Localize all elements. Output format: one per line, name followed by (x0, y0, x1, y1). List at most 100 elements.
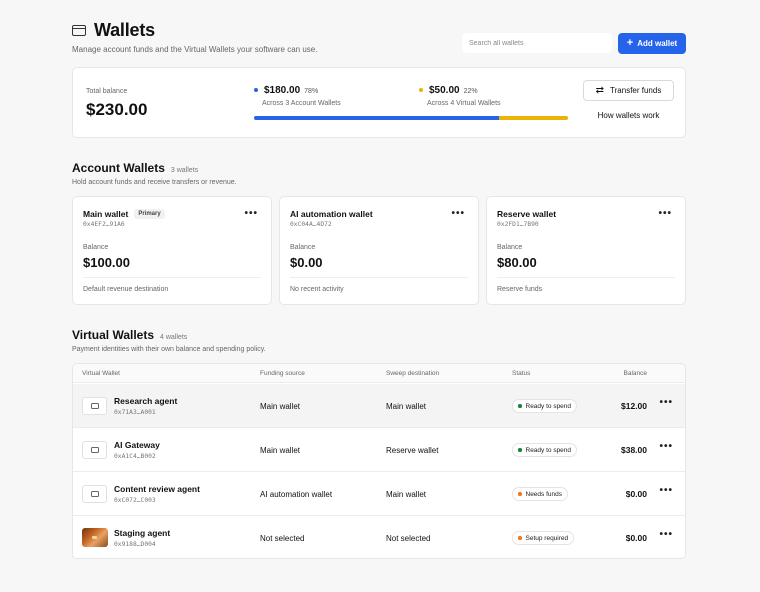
more-options-icon[interactable]: ••• (659, 486, 673, 496)
wallet-name: Main wallet (83, 209, 129, 219)
wallet-name: AI automation wallet (290, 209, 373, 219)
row-balance: $0.00 (625, 489, 647, 499)
account-pct: 78% (304, 88, 319, 95)
virtual-segment: $50.00 22% (419, 85, 478, 96)
status-badge: Ready to spend (512, 399, 578, 413)
account-wallet-card[interactable]: Main wallet Primary 0x4EF2…91A6 ••• Bala… (72, 196, 272, 305)
virtual-amount: $50.00 (429, 85, 460, 96)
divider (497, 277, 675, 278)
more-options-icon[interactable]: ••• (658, 209, 672, 219)
balance-value: $0.00 (290, 255, 323, 270)
row-balance: $0.00 (625, 533, 647, 543)
table-row[interactable]: Content review agent 0xC072…C003 AI auto… (73, 472, 685, 516)
virtual-wallet-name: AI Gateway (114, 440, 160, 450)
table-header: Virtual Wallet Funding source Sweep dest… (73, 364, 685, 383)
column-header[interactable]: Virtual Wallet (82, 370, 120, 377)
column-header[interactable]: Status (512, 370, 530, 377)
account-wallets-title: Account Wallets (72, 161, 165, 175)
wallet-note: Reserve funds (497, 286, 543, 293)
card-image (82, 528, 108, 547)
page-header: Wallets Manage account funds and the Vir… (72, 20, 686, 60)
divider (290, 277, 468, 278)
status-dot (518, 404, 522, 408)
wallet-name-row: AI automation wallet (290, 209, 373, 219)
status-badge: Needs funds (512, 487, 568, 501)
primary-badge: Primary (134, 209, 165, 219)
account-segment: $180.00 78% (254, 85, 318, 96)
account-wallet-card[interactable]: AI automation wallet 0xC04A…4D72 ••• Bal… (279, 196, 479, 305)
table-row[interactable]: Staging agent 0x9188…D004 Not selected N… (73, 516, 685, 558)
virtual-wallets-heading: Virtual Wallets 4 wallets (72, 328, 187, 342)
virtual-wallets-title: Virtual Wallets (72, 328, 155, 342)
account-wallet-card[interactable]: Reserve wallet 0x2FD1…7B90 ••• Balance $… (486, 196, 686, 305)
balance-label: Balance (497, 244, 523, 251)
wallet-address: 0x4EF2…91A6 (83, 221, 125, 228)
more-options-icon[interactable]: ••• (659, 442, 673, 452)
virtual-wallet-name: Staging agent (114, 528, 171, 538)
more-options-icon[interactable]: ••• (659, 530, 673, 540)
page-subtitle: Manage account funds and the Virtual Wal… (72, 45, 318, 54)
sweep-destination: Main wallet (386, 490, 427, 499)
add-wallet-button[interactable]: + Add wallet (618, 33, 686, 54)
status-badge: Ready to spend (512, 443, 578, 457)
funding-source: Main wallet (260, 402, 301, 411)
status-badge: Setup required (512, 531, 575, 545)
balance-value: $80.00 (497, 255, 537, 270)
card-icon (82, 441, 107, 459)
wallet-name-row: Main wallet Primary (83, 209, 165, 219)
account-wallets-count: 3 wallets (170, 167, 199, 174)
virtual-wallets-table: Virtual Wallet Funding source Sweep dest… (72, 363, 686, 559)
total-balance-label: Total balance (86, 88, 128, 95)
more-options-icon[interactable]: ••• (451, 209, 465, 219)
virtual-wallet-address: 0xA1C4…B002 (114, 453, 156, 460)
table-row[interactable]: Research agent 0x71A3…A001 Main wallet M… (73, 384, 685, 428)
add-wallet-label: Add wallet (637, 39, 678, 48)
account-wallets-subtitle: Hold account funds and receive transfers… (72, 179, 237, 186)
sweep-destination: Main wallet (386, 402, 427, 411)
wallet-name: Reserve wallet (497, 209, 557, 219)
funding-source: Not selected (260, 534, 305, 543)
balance-value: $100.00 (83, 255, 130, 270)
virtual-wallet-address: 0x9188…D004 (114, 541, 156, 548)
balance-label: Balance (290, 244, 316, 251)
wallet-note: No recent activity (290, 286, 344, 293)
wallet-address: 0xC04A…4D72 (290, 221, 332, 228)
virtual-wallet-address: 0xC072…C003 (114, 497, 156, 504)
divider (83, 277, 261, 278)
column-header[interactable]: Balance (624, 370, 648, 377)
title-row: Wallets (72, 20, 155, 41)
virtual-bar-fill (498, 116, 568, 120)
transfer-funds-button[interactable]: ⇄ Transfer funds (583, 80, 674, 101)
status-label: Needs funds (525, 490, 563, 498)
virtual-pct: 22% (463, 88, 478, 95)
more-options-icon[interactable]: ••• (244, 209, 258, 219)
how-wallets-work-link[interactable]: How wallets work (583, 111, 674, 120)
status-dot (518, 492, 522, 496)
wallet-icon (72, 25, 86, 36)
search-input[interactable] (462, 33, 612, 53)
status-dot (518, 536, 522, 540)
transfer-funds-label: Transfer funds (610, 86, 662, 95)
total-balance-value: $230.00 (86, 100, 148, 119)
column-header[interactable]: Sweep destination (386, 370, 439, 377)
more-options-icon[interactable]: ••• (659, 398, 673, 408)
wallet-name-row: Reserve wallet (497, 209, 556, 219)
account-wallets-heading: Account Wallets 3 wallets (72, 161, 198, 175)
virtual-sub: Across 4 Virtual Wallets (427, 100, 501, 107)
funding-source: AI automation wallet (260, 490, 333, 499)
balance-summary-card: Total balance $230.00 $180.00 78% Across… (72, 67, 686, 138)
table-row[interactable]: AI Gateway 0xA1C4…B002 Main wallet Reser… (73, 428, 685, 472)
status-label: Ready to spend (525, 402, 572, 410)
balance-split-bar (254, 116, 568, 120)
column-header[interactable]: Funding source (260, 370, 305, 377)
account-amount: $180.00 (264, 85, 301, 96)
card-icon (82, 397, 107, 415)
wallet-address: 0x2FD1…7B90 (497, 221, 539, 228)
transfer-arrows-icon: ⇄ (595, 84, 605, 96)
row-balance: $12.00 (621, 401, 647, 411)
sweep-destination: Reserve wallet (386, 446, 439, 455)
account-sub: Across 3 Account Wallets (262, 100, 341, 107)
funding-source: Main wallet (260, 446, 301, 455)
status-label: Setup required (525, 534, 569, 542)
virtual-dot (419, 88, 423, 92)
